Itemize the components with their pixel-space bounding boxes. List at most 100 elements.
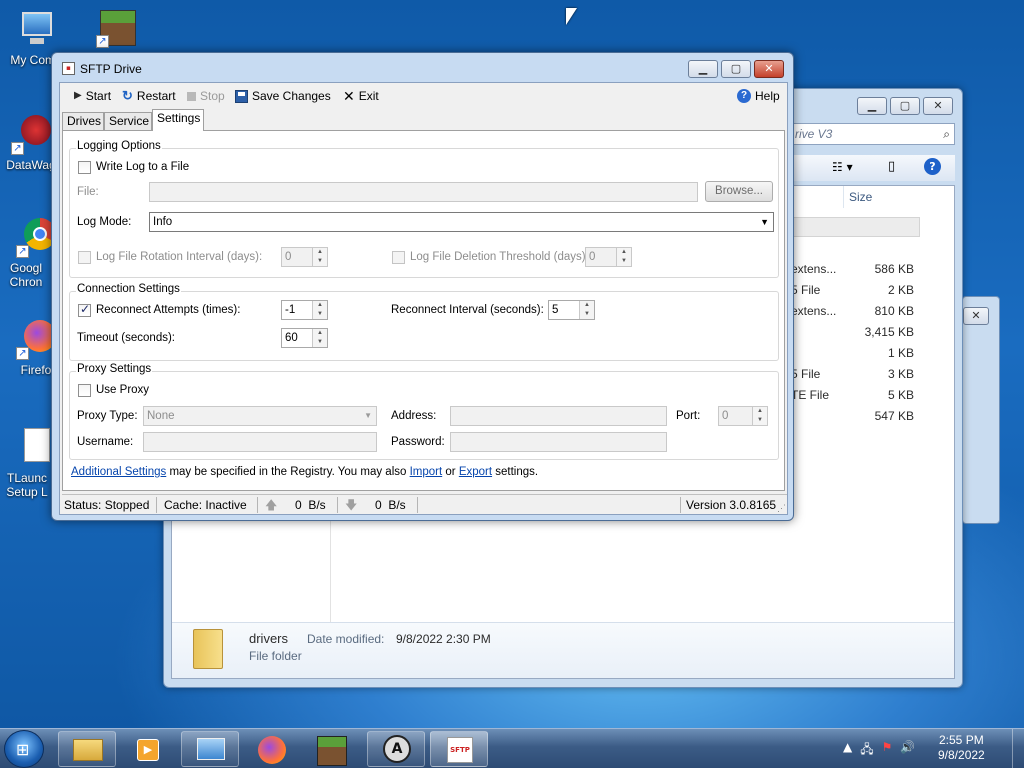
- start-button[interactable]: ⊞: [4, 730, 44, 768]
- reconnect-attempts-stepper[interactable]: -1 ▲ ▼: [281, 300, 328, 320]
- stepper-arrows-icon[interactable]: ▲ ▼: [312, 329, 327, 347]
- file-type: 5 File: [791, 283, 821, 297]
- media-player-icon: ▶: [137, 739, 159, 761]
- log-deletion-checkbox[interactable]: [392, 251, 405, 264]
- taskbar-minecraft[interactable]: [303, 731, 361, 767]
- address-input[interactable]: [450, 406, 667, 426]
- port-stepper[interactable]: 0 ▲ ▼: [718, 406, 768, 426]
- restart-button[interactable]: ↻ Restart: [122, 87, 176, 105]
- taskbar-firefox[interactable]: [243, 731, 301, 767]
- additional-settings-link[interactable]: Additional Settings: [71, 466, 166, 478]
- show-hidden-icons-icon[interactable]: ▲: [843, 740, 852, 761]
- download-arrow-icon: 🡇: [345, 498, 358, 512]
- column-header-size[interactable]: Size: [849, 190, 872, 204]
- app-icon: ▪: [62, 62, 75, 75]
- minecraft-icon: ↗: [96, 8, 136, 48]
- cache-status: Cache: Inactive: [164, 498, 247, 512]
- network-icon[interactable]: 🖧: [860, 740, 873, 761]
- close-icon[interactable]: ✕: [923, 97, 953, 115]
- sftp-drive-window[interactable]: ▪ SFTP Drive ▁ ▢ ✕ ▶ Start ↻ Restart Sto…: [51, 52, 794, 521]
- reconnect-attempts-checkbox[interactable]: [78, 302, 91, 317]
- write-log-checkbox[interactable]: [78, 161, 91, 174]
- reconnect-attempts-label: Reconnect Attempts (times):: [96, 304, 241, 316]
- system-tray: ▲ 🖧 ⚑ 🔊: [843, 740, 915, 761]
- help-button[interactable]: ? Help: [737, 87, 780, 105]
- background-dialog[interactable]: ✕: [962, 296, 1000, 524]
- log-mode-label: Log Mode:: [77, 216, 132, 228]
- log-file-input[interactable]: [149, 182, 698, 202]
- status-divider: [257, 497, 258, 513]
- status-divider: [156, 497, 157, 513]
- folder-icon: [193, 629, 223, 669]
- log-deletion-stepper[interactable]: 0 ▲ ▼: [585, 247, 632, 267]
- logging-group-title: Logging Options: [76, 140, 162, 152]
- stepper-arrows-icon[interactable]: ▲ ▼: [312, 248, 327, 266]
- file-size: 810 KB: [874, 304, 914, 318]
- timeout-stepper[interactable]: 60 ▲ ▼: [281, 328, 328, 348]
- taskbar-sftp-drive[interactable]: SFTP: [430, 731, 488, 767]
- import-link[interactable]: Import: [410, 466, 443, 478]
- start-button[interactable]: ▶ Start: [74, 87, 111, 105]
- action-center-flag-icon[interactable]: ⚑: [882, 740, 893, 761]
- proxy-group-title: Proxy Settings: [76, 363, 153, 375]
- version-text: Version 3.0.8165: [686, 498, 777, 512]
- desktop-icon-label: Googl Chron: [9, 261, 43, 289]
- exit-button[interactable]: ✕ Exit: [343, 87, 379, 105]
- help-icon: ?: [737, 89, 751, 103]
- minimize-icon[interactable]: ▁: [857, 97, 887, 115]
- details-pane: drivers Date modified: 9/8/2022 2:30 PM …: [172, 622, 954, 678]
- upload-rate: 0 B/s: [295, 498, 326, 512]
- clock[interactable]: 2:55 PM 9/8/2022: [938, 733, 985, 763]
- volume-icon[interactable]: 🔊: [900, 740, 915, 761]
- chevron-down-icon: ▼: [364, 411, 372, 420]
- username-input[interactable]: [143, 432, 377, 452]
- taskbar-control-panel[interactable]: [181, 731, 239, 767]
- close-icon[interactable]: ✕: [963, 307, 989, 325]
- stepper-arrows-icon[interactable]: ▲ ▼: [579, 301, 594, 319]
- mouse-cursor-icon: [566, 8, 577, 25]
- log-mode-select[interactable]: Info ▼: [149, 212, 774, 232]
- browse-button[interactable]: Browse...: [705, 181, 773, 202]
- stepper-arrows-icon[interactable]: ▲ ▼: [312, 301, 327, 319]
- stepper-arrows-icon[interactable]: ▲ ▼: [752, 407, 767, 425]
- details-kind: File folder: [249, 649, 302, 663]
- preview-pane-icon[interactable]: ▯: [888, 159, 895, 174]
- sftp-drive-icon: SFTP: [447, 737, 473, 763]
- save-changes-button[interactable]: Save Changes: [235, 87, 331, 105]
- file-size: 3 KB: [887, 367, 914, 381]
- help-icon[interactable]: ?: [924, 158, 941, 175]
- password-input[interactable]: [450, 432, 667, 452]
- proxy-type-select[interactable]: None ▼: [143, 406, 377, 426]
- maximize-icon[interactable]: ▢: [721, 60, 751, 78]
- taskbar-media-player[interactable]: ▶: [118, 731, 176, 767]
- minimize-icon[interactable]: ▁: [688, 60, 718, 78]
- tab-settings[interactable]: Settings: [152, 109, 204, 131]
- close-icon: ✕: [343, 88, 355, 104]
- connection-group-title: Connection Settings: [76, 283, 181, 295]
- tab-service[interactable]: Service: [104, 112, 152, 130]
- tab-drives[interactable]: Drives: [62, 112, 104, 130]
- minecraft-icon: [317, 736, 347, 766]
- reconnect-interval-stepper[interactable]: 5 ▲ ▼: [548, 300, 595, 320]
- details-modified-label: Date modified:: [307, 632, 385, 646]
- taskbar-amped[interactable]: A: [367, 731, 425, 767]
- window-title: SFTP Drive: [80, 62, 142, 76]
- resize-grip-icon[interactable]: ⋰: [777, 498, 786, 518]
- computer-icon: [16, 10, 56, 50]
- show-desktop-button[interactable]: [1012, 729, 1024, 768]
- taskbar-explorer[interactable]: [58, 731, 116, 767]
- file-size: 2 KB: [887, 283, 914, 297]
- windows-logo-icon: ⊞: [16, 740, 30, 759]
- view-options-icon[interactable]: ☷ ▾: [832, 160, 853, 174]
- log-rotation-checkbox[interactable]: [78, 251, 91, 264]
- maximize-icon[interactable]: ▢: [890, 97, 920, 115]
- close-icon[interactable]: ✕: [754, 60, 784, 78]
- stop-button[interactable]: Stop: [187, 87, 225, 105]
- export-link[interactable]: Export: [459, 466, 492, 478]
- desktop-icon-minecraft[interactable]: ↗: [86, 8, 146, 51]
- log-rotation-stepper[interactable]: 0 ▲ ▼: [281, 247, 328, 267]
- stepper-arrows-icon[interactable]: ▲ ▼: [616, 248, 631, 266]
- use-proxy-checkbox[interactable]: [78, 384, 91, 397]
- search-input[interactable]: rive V3 ⌕: [790, 123, 955, 145]
- taskbar: ⊞ ▶ A SFTP ▲ 🖧 ⚑ 🔊 2:55 PM 9/8/2022: [0, 728, 1024, 768]
